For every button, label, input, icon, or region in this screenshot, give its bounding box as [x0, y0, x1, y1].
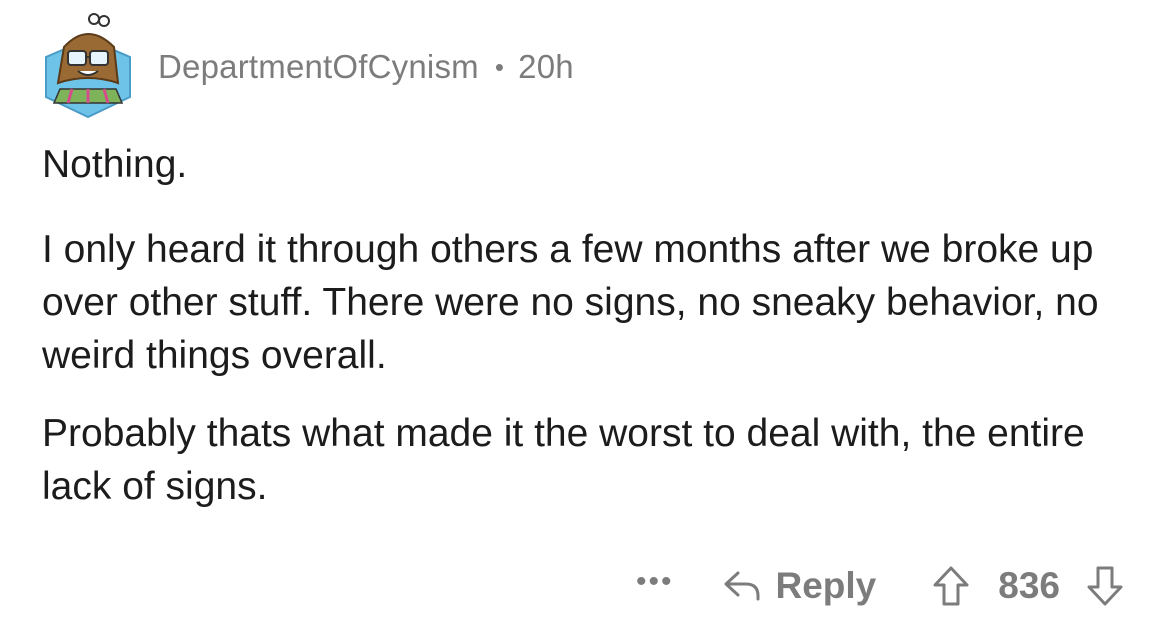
comment-paragraph: I only heard it through others a few mon… — [42, 228, 1099, 377]
avatar[interactable] — [38, 13, 138, 121]
reply-label: Reply — [775, 565, 877, 606]
comment-paragraph: Nothing. — [42, 143, 188, 186]
vote-score: 836 — [998, 565, 1060, 606]
upvote-arrow-icon — [933, 566, 969, 606]
comment-paragraph: Probably thats what made it the worst to… — [42, 412, 1085, 508]
username[interactable]: DepartmentOfCynism — [158, 48, 479, 86]
reply-button[interactable]: Reply — [722, 565, 877, 607]
comment-body: Nothing. I only heard it through others … — [42, 138, 1132, 538]
meta-separator: • — [494, 51, 505, 82]
downvote-arrow-icon — [1087, 566, 1123, 606]
comment-actions: ••• Reply 836 — [636, 558, 1124, 614]
comment-meta: DepartmentOfCynism • 20h — [158, 48, 574, 86]
downvote-button[interactable] — [1086, 565, 1124, 607]
reply-arrow-icon — [724, 571, 759, 601]
avatar-image — [45, 13, 131, 119]
more-options-button[interactable]: ••• — [636, 567, 674, 597]
upvote-button[interactable] — [932, 565, 970, 607]
comment: DepartmentOfCynism • 20h Nothing. I only… — [0, 0, 1170, 619]
comment-header: DepartmentOfCynism • 20h — [38, 12, 574, 122]
timestamp[interactable]: 20h — [518, 48, 574, 86]
